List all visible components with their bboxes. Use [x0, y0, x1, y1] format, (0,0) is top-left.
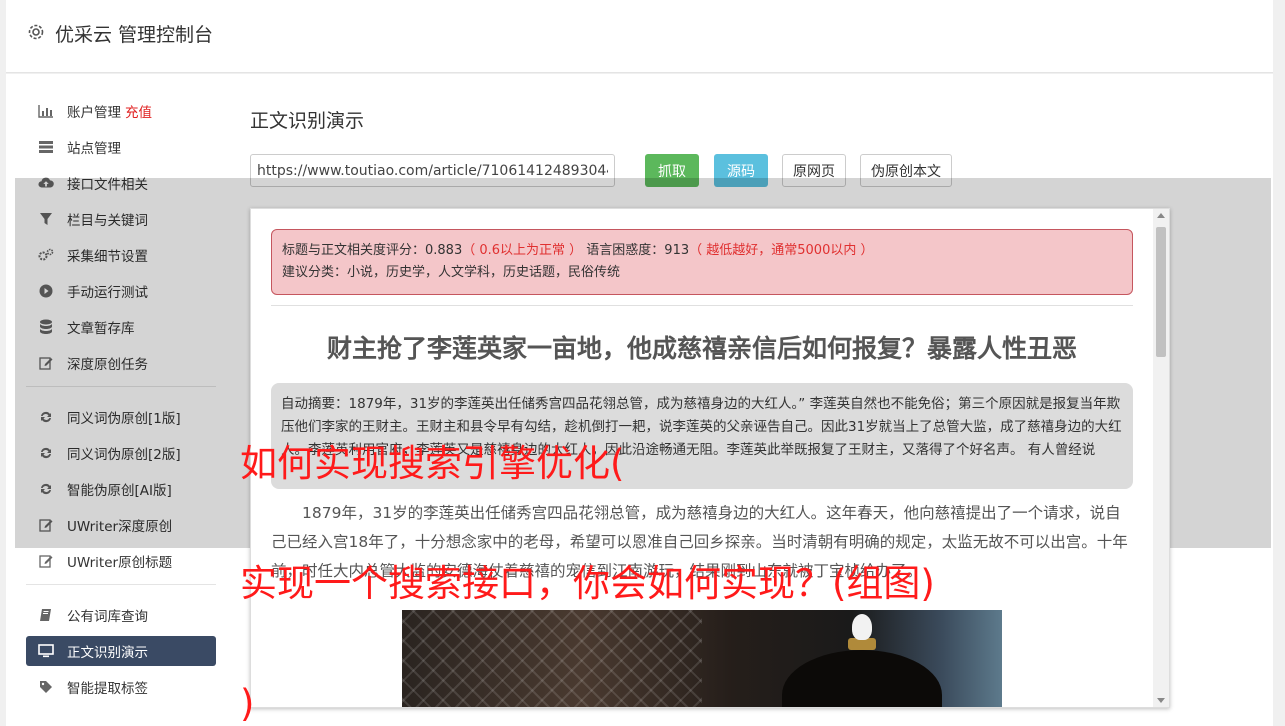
sidebar-item-label: 账户管理 — [67, 105, 121, 121]
sidebar-item-uwriter-title[interactable]: UWriter原创标题 — [26, 546, 216, 576]
preview-scrollbar[interactable] — [1153, 209, 1169, 707]
overlay-text-line3: ) — [240, 682, 255, 725]
perplexity-hint: （ 越低越好，通常5000以内 ） — [689, 243, 874, 258]
suggested-categories: 建议分类：小说，历史学，人文学科，历史话题，民俗传统 — [282, 265, 621, 280]
overlay-text-line2: 实现一个搜索接口，你会如何实现？(组图) — [240, 562, 935, 605]
overlay-text-line1: 如何实现搜索引擎优化( — [240, 442, 625, 485]
server-icon — [38, 139, 54, 155]
scroll-down-icon[interactable] — [1157, 698, 1165, 703]
sidebar-item-label: 站点管理 — [67, 141, 121, 157]
sidebar-item-account[interactable]: 账户管理 充值 — [26, 96, 216, 126]
divider — [271, 305, 1133, 306]
scroll-thumb[interactable] — [1156, 227, 1166, 357]
sidebar-item-label: 公有词库查询 — [67, 609, 148, 625]
edit-icon — [38, 553, 54, 569]
sidebar-item-smart-tags[interactable]: 智能提取标签 — [26, 672, 216, 702]
sidebar-item-text-recognition[interactable]: 正文识别演示 — [26, 636, 216, 666]
tag-icon — [38, 679, 54, 695]
relevance-hint: （ 0.6以上为正常 ） — [462, 243, 583, 258]
page-title: 正文识别演示 — [250, 110, 365, 132]
gear-icon — [26, 22, 46, 42]
book-icon — [38, 607, 54, 623]
sidebar-divider — [26, 584, 216, 585]
window-lattice — [402, 610, 702, 707]
monitor-icon — [38, 643, 54, 659]
hat-finial — [852, 614, 872, 640]
relevance-score: 标题与正文相关度评分：0.883 — [282, 243, 463, 258]
top-bar: 优采云 管理控制台 — [6, 0, 1273, 73]
recharge-link[interactable]: 充值 — [125, 101, 152, 121]
sidebar-item-label: 正文识别演示 — [67, 645, 148, 661]
sidebar-item-label: 智能提取标签 — [67, 681, 148, 697]
analysis-alert: 标题与正文相关度评分：0.883（ 0.6以上为正常 ） 语言困惑度：913（ … — [271, 229, 1133, 295]
scroll-up-icon[interactable] — [1157, 213, 1165, 218]
perplexity-score: 语言困惑度：913 — [582, 243, 690, 258]
sidebar-item-sites[interactable]: 站点管理 — [26, 132, 216, 162]
bar-chart-icon — [38, 103, 54, 119]
sidebar-item-public-lexicon[interactable]: 公有词库查询 — [26, 600, 216, 630]
qing-hat — [782, 650, 942, 707]
article-image — [402, 610, 1002, 707]
article-title: 财主抢了李莲英家一亩地，他成慈禧亲信后如何报复？暴露人性丑恶 — [326, 334, 1077, 363]
app-title: 优采云 管理控制台 — [55, 24, 214, 46]
sidebar-item-label: UWriter原创标题 — [67, 555, 173, 571]
